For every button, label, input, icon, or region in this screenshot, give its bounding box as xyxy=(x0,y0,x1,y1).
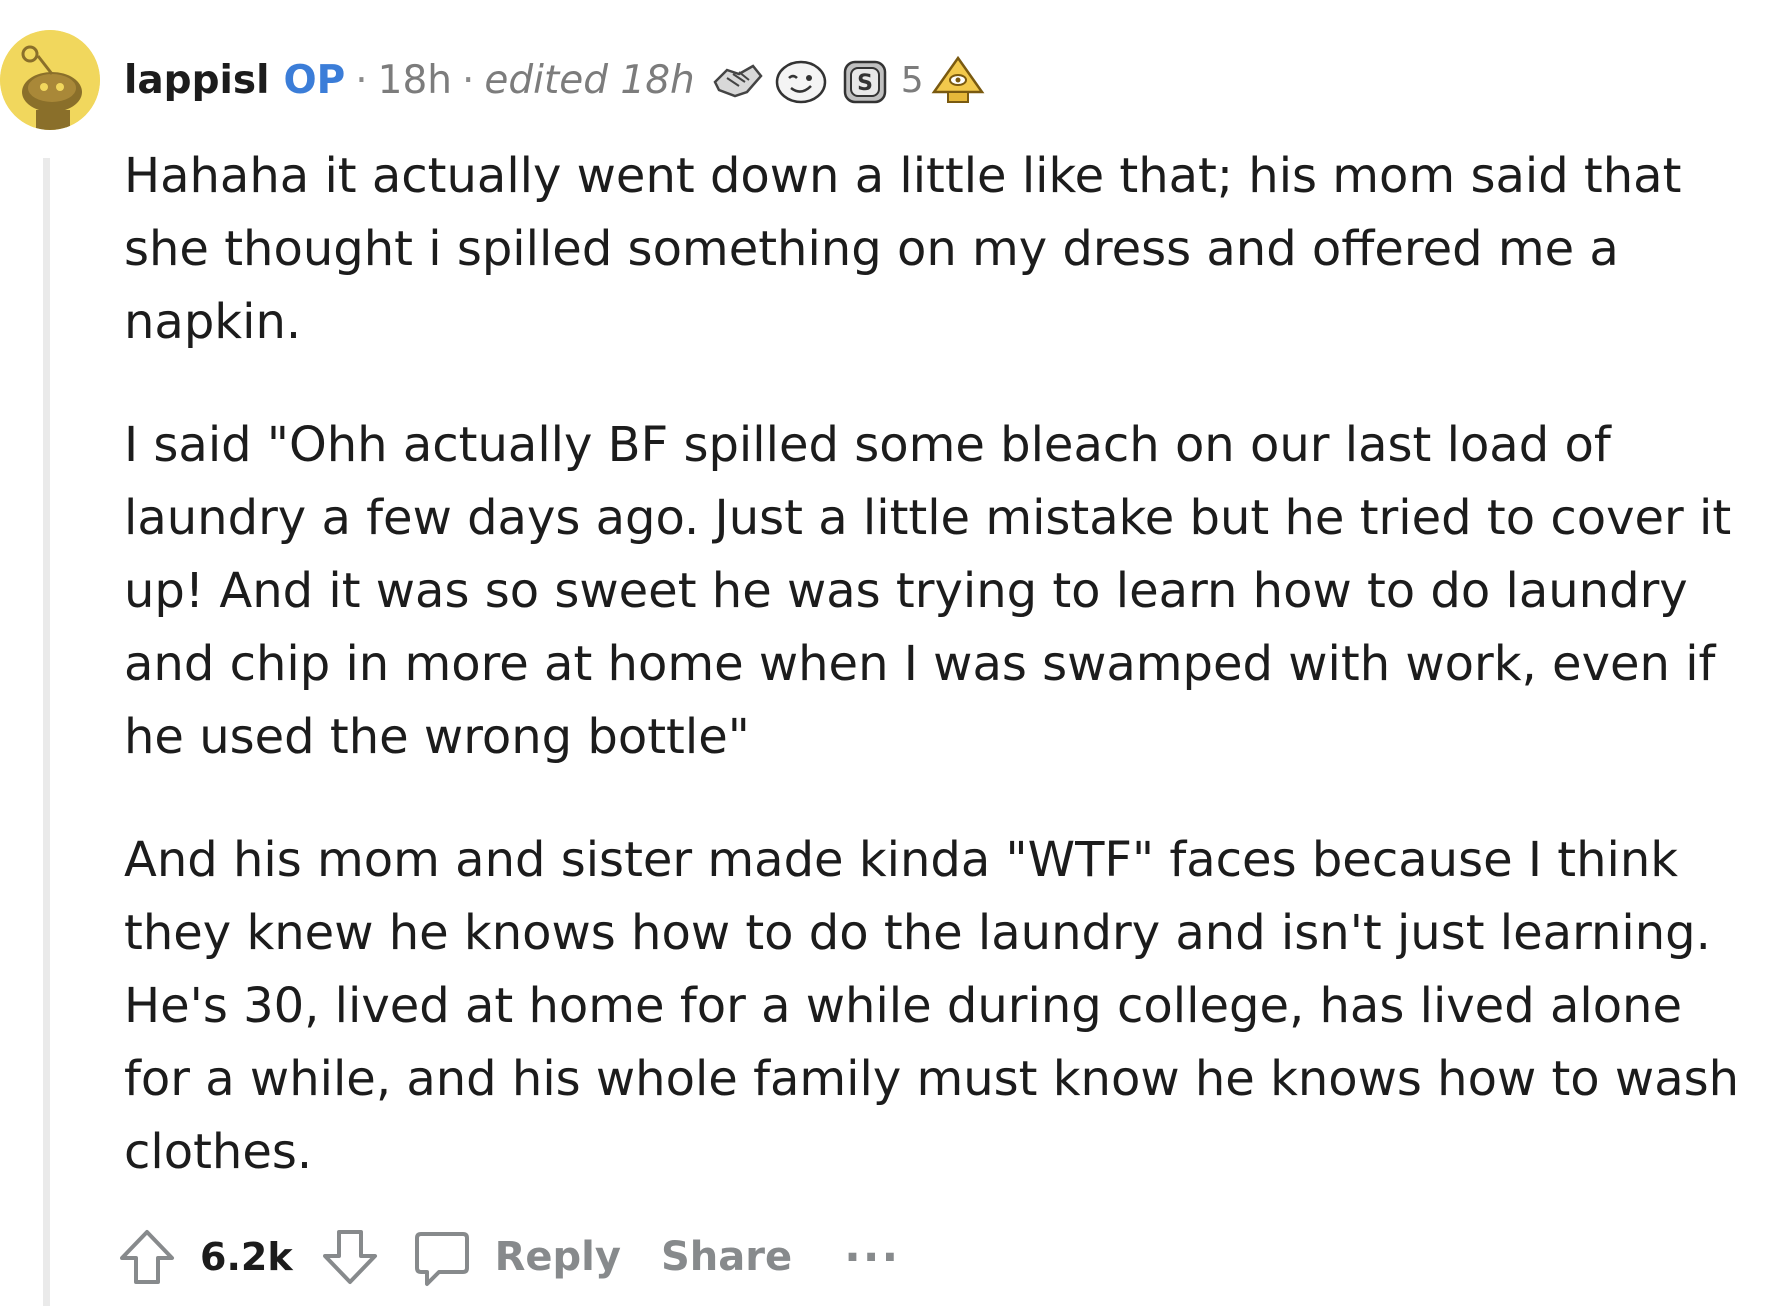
meta-separator: · xyxy=(461,57,475,103)
wink-face-award-icon[interactable] xyxy=(773,52,829,108)
upvote-icon[interactable] xyxy=(116,1226,178,1288)
author-name[interactable]: lappisl xyxy=(124,58,269,103)
silver-award-icon[interactable]: S xyxy=(837,52,893,108)
thread-line[interactable] xyxy=(43,158,50,1306)
comment-paragraph: Hahaha it actually went down a little li… xyxy=(124,148,1682,350)
snoo-avatar-icon xyxy=(0,30,100,130)
award-count: 5 xyxy=(900,59,924,101)
vote-score: 6.2k xyxy=(200,1235,293,1279)
meta-separator: · xyxy=(355,57,368,103)
svg-text:S: S xyxy=(857,71,873,96)
handshake-award-icon[interactable] xyxy=(709,52,765,108)
comment-meta: lappisl OP · 18h · edited 18h S 5 xyxy=(124,50,994,110)
comment-actions: 6.2k Reply Share ··· xyxy=(116,1222,900,1292)
comment-body: Hahaha it actually went down a little li… xyxy=(124,140,1744,1239)
op-badge: OP xyxy=(283,57,346,103)
downvote-icon[interactable] xyxy=(319,1226,381,1288)
reply-button[interactable]: Reply xyxy=(495,1234,621,1280)
all-seeing-pyramid-award-icon[interactable] xyxy=(930,52,986,108)
avatar[interactable] xyxy=(0,30,100,130)
share-button[interactable]: Share xyxy=(661,1234,792,1280)
comment-paragraph: And his mom and sister made kinda "WTF" … xyxy=(124,832,1740,1180)
edited-time: edited 18h xyxy=(484,57,695,103)
comment-time[interactable]: 18h xyxy=(378,58,452,103)
reply-bubble-icon[interactable] xyxy=(411,1226,473,1288)
comment-paragraph: I said "Ohh actually BF spilled some ble… xyxy=(124,417,1732,765)
more-options-button[interactable]: ··· xyxy=(844,1232,900,1283)
awards-list[interactable]: S 5 xyxy=(709,52,994,108)
